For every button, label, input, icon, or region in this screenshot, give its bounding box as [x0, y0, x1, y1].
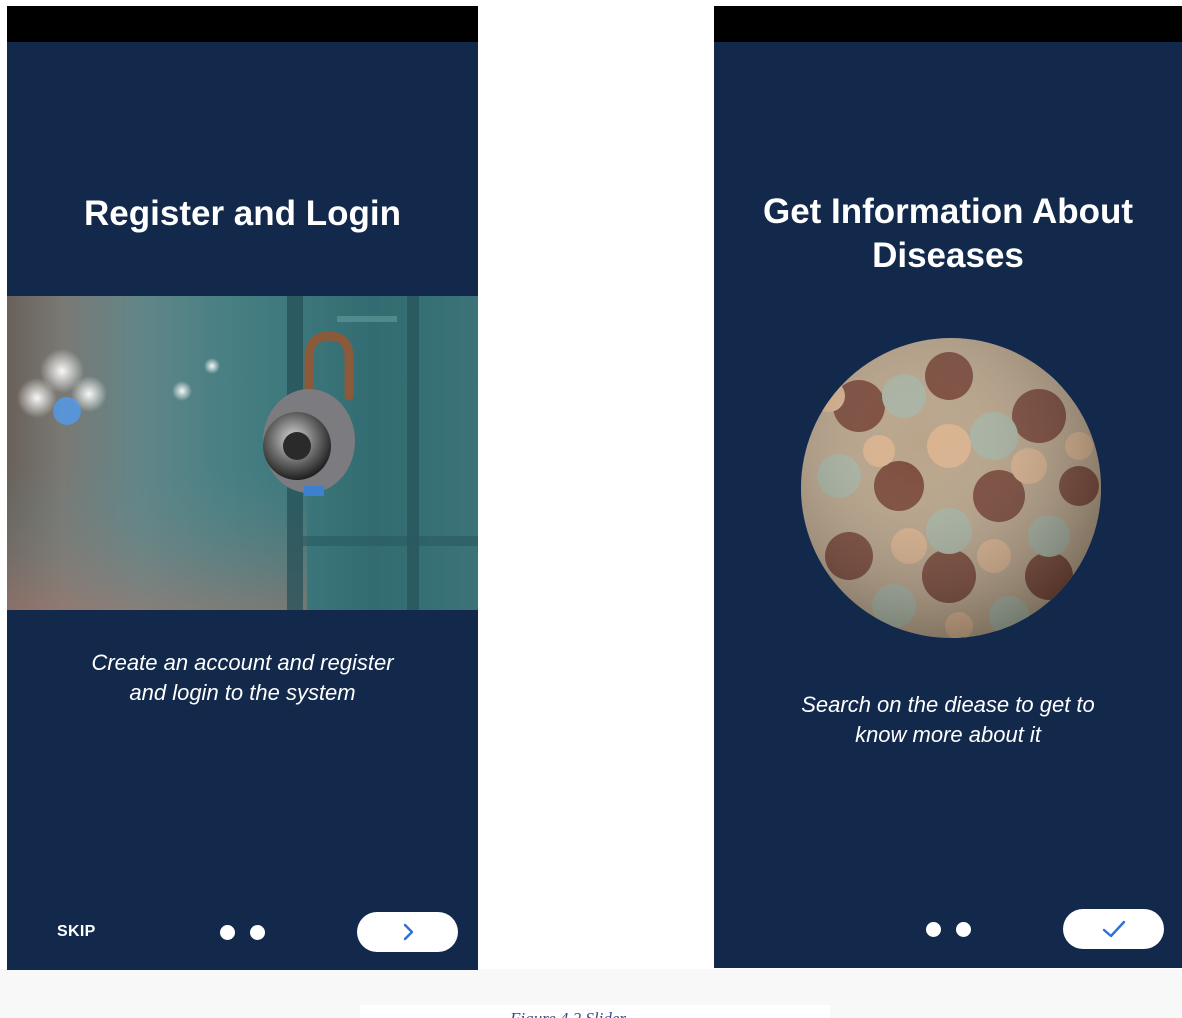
- slide-title-line-2: Diseases: [872, 236, 1024, 275]
- locker-padlock-image: [7, 296, 478, 610]
- virus-particle-illustration: [801, 338, 1101, 638]
- page-indicator-dot-2: [250, 925, 265, 940]
- slide-title-line-1: Get Information About: [762, 192, 1134, 231]
- onboarding-slide-register-login: Register and Login Create an account and…: [7, 6, 478, 970]
- slide-description-line-1: Create an account and register: [91, 650, 394, 675]
- virus-particle-image: [799, 336, 1103, 640]
- onboarding-slide-disease-info: Get Information About Diseases Search on…: [714, 6, 1182, 968]
- status-bar: [714, 6, 1182, 42]
- next-button[interactable]: [357, 912, 458, 952]
- chevron-right-icon: [403, 923, 413, 941]
- figure-caption: Figure 4.2 Slider: [510, 1009, 626, 1018]
- screenshot-canvas: Register and Login Create an account and…: [0, 0, 1182, 1018]
- slide-title: Register and Login: [84, 194, 401, 233]
- slide-description-line-2: know more about it: [855, 722, 1041, 747]
- locker-padlock-illustration: [7, 296, 478, 610]
- slide-description-line-2: and login to the system: [129, 680, 356, 705]
- page-indicator-dot-2: [956, 922, 971, 937]
- page-indicator-dot-1: [926, 922, 941, 937]
- done-button[interactable]: [1063, 909, 1164, 949]
- skip-button[interactable]: SKIP: [57, 923, 96, 941]
- slide-description-line-1: Search on the diease to get to: [801, 692, 1095, 717]
- page-indicator-dot-1: [220, 925, 235, 940]
- checkmark-icon: [1102, 920, 1125, 938]
- status-bar: [7, 6, 478, 42]
- figure-caption-box: Figure 4.2 Slider: [360, 1005, 830, 1018]
